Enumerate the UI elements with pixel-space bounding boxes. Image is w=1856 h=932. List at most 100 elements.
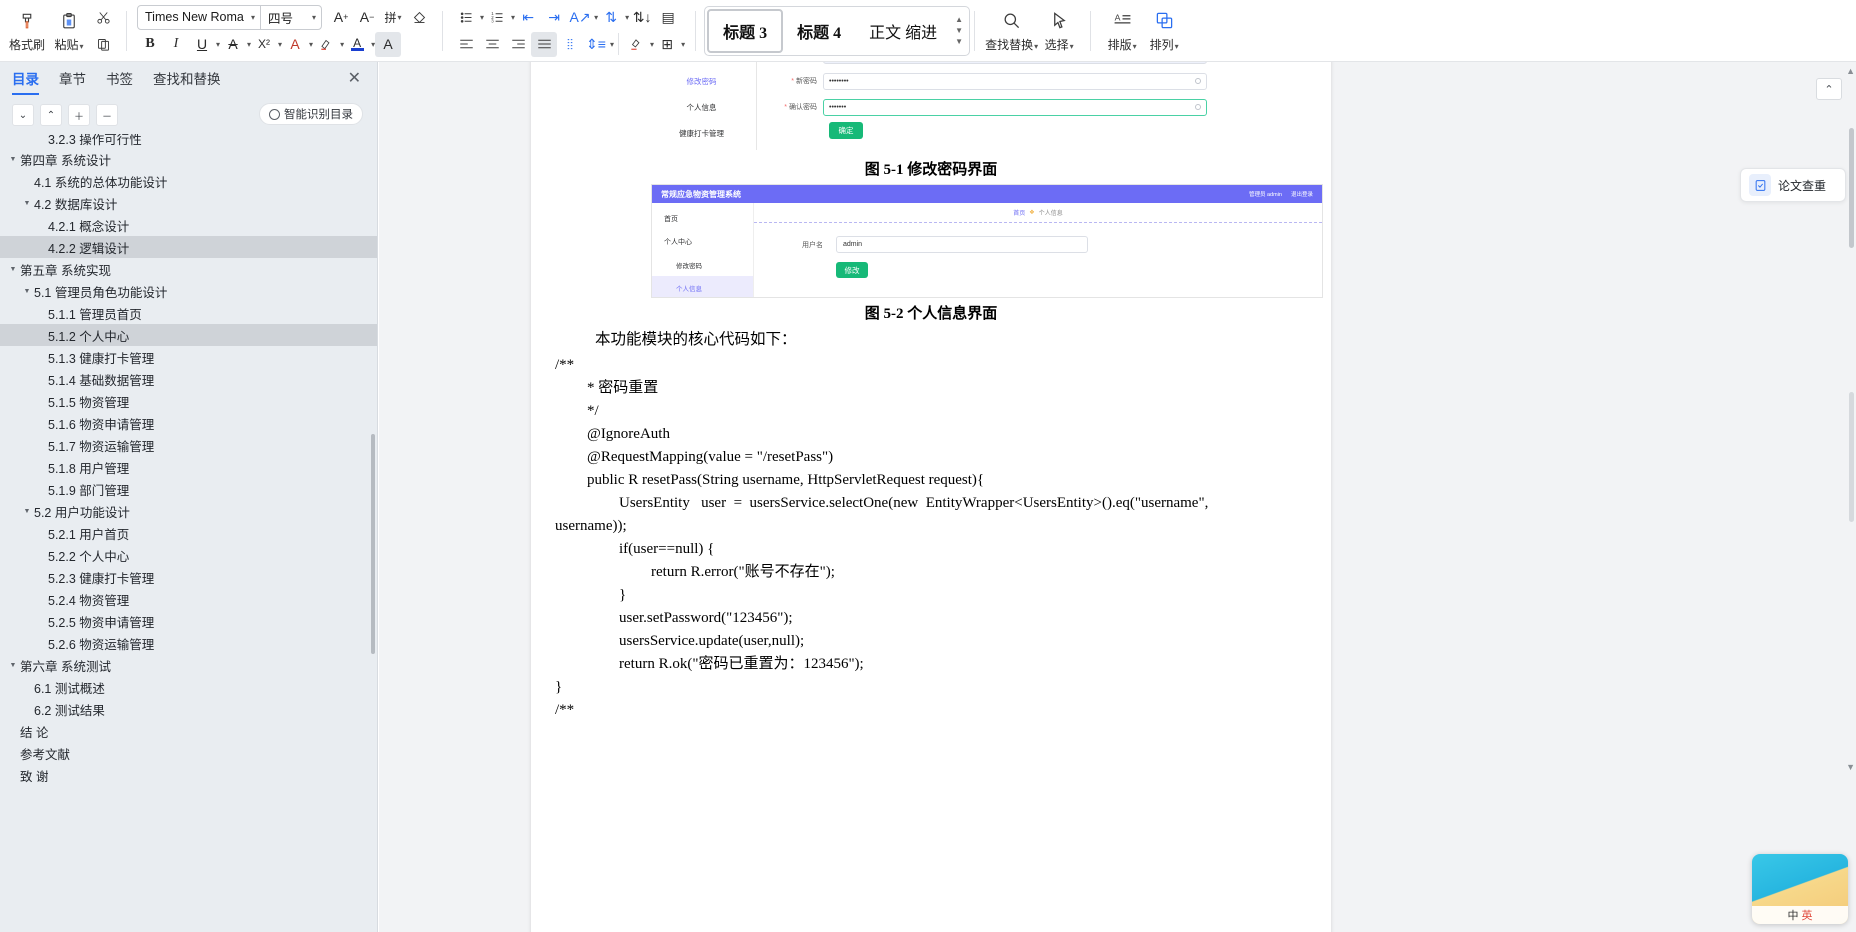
collapse-panel-button[interactable]: ⌃ [1816,78,1842,100]
bold-button[interactable]: B [137,32,163,57]
ime-status-bar[interactable]: 中 英 [1752,906,1848,924]
expand-all-icon[interactable]: ＋ [68,104,90,126]
align-center-button[interactable] [479,32,505,57]
scroll-up-icon[interactable]: ▲ [1846,66,1855,76]
font-name-chevron-down-icon[interactable]: ▾ [246,13,260,22]
pinyin-guide-button[interactable]: 拼 ▾ [380,5,406,30]
document-area[interactable]: 个人中心 修改密码 个人信息 健康打卡管理 基础数据管理 *原密码 ••••• … [379,62,1856,932]
increase-font-size-button[interactable]: A + [328,5,354,30]
toc-item[interactable]: 5.2.6 物资运输管理 [0,632,377,654]
style-scroll-up-icon[interactable]: ▲ [955,14,963,25]
toc-item[interactable]: 5.2.2 个人中心 [0,544,377,566]
document-scrollbar-secondary[interactable] [1849,392,1854,522]
line-spacing-button[interactable]: ⇕≡ [583,32,609,57]
toc-item[interactable]: 4.1 系统的总体功能设计 [0,170,377,192]
paper-check-card[interactable]: 论文查重 [1740,168,1846,202]
copy-button[interactable] [90,32,116,57]
toc-item[interactable]: ▼ 5.1 管理员角色功能设计 [0,280,377,302]
toc-item[interactable]: ▼ 第六章 系统测试 [0,654,377,676]
chevron-down-icon[interactable]: ▼ [6,156,20,163]
sidebar-tab-chapters[interactable]: 章节 [59,68,86,92]
toc-item[interactable]: 6.1 测试概述 [0,676,377,698]
toc-item[interactable]: 5.1.4 基础数据管理 [0,368,377,390]
bullet-list-button[interactable] [453,5,479,30]
arrange-button[interactable]: 排列▾ [1143,3,1185,59]
format-painter-button[interactable]: 格式刷 [6,3,48,59]
toc-item[interactable]: 4.2.1 概念设计 [0,214,377,236]
toc-item[interactable]: 5.2.5 物资申请管理 [0,610,377,632]
text-direction-button[interactable]: A↗ [567,5,593,30]
italic-button[interactable]: I [163,32,189,57]
underline-button[interactable]: U [189,32,215,57]
align-right-button[interactable] [505,32,531,57]
text-effects-button[interactable]: A [282,32,308,57]
toc-item[interactable]: 5.2.4 物资管理 [0,588,377,610]
toc-item[interactable]: ▼ 5.2 用户功能设计 [0,500,377,522]
style-more-icon[interactable]: ▼ [955,36,963,47]
sidebar-tab-bookmarks[interactable]: 书签 [106,68,133,92]
toc-item[interactable]: 3.2.3 操作可行性 [0,134,377,148]
chevron-down-icon[interactable]: ▼ [20,200,34,207]
toc-item[interactable]: 6.2 测试结果 [0,698,377,720]
toc-scrollbar[interactable] [371,434,375,654]
toc-item[interactable]: 5.1.6 物资申请管理 [0,412,377,434]
ime-indicator[interactable]: 中 英 [1752,854,1848,924]
borders-chevron-down-icon[interactable]: ▾ [681,40,685,49]
toc-item[interactable]: 5.1.7 物资运输管理 [0,434,377,456]
font-size-input[interactable]: 四号 [261,6,307,29]
toc-item[interactable]: 5.1.2 个人中心 [0,324,377,346]
superscript-button[interactable]: X² [251,32,277,57]
toc-item[interactable]: 5.1.8 用户管理 [0,456,377,478]
toc-item[interactable]: ▼ 第四章 系统设计 [0,148,377,170]
find-replace-button[interactable]: 查找替换▾ [985,3,1038,59]
text-box-button[interactable]: A [375,31,402,57]
collapse-up-icon[interactable]: ⌃ [40,104,62,126]
smart-recognize-toc-button[interactable]: 智能识别目录 [259,103,363,125]
align-justify-button[interactable] [531,31,558,57]
paste-button[interactable]: 粘贴▾ [48,3,90,59]
toc-item[interactable]: 5.2.1 用户首页 [0,522,377,544]
toc-item[interactable]: 致 谢 [0,764,377,786]
style-item-body-indent[interactable]: 正文 缩进 [855,9,951,53]
line-spacing-chevron-down-icon[interactable]: ▾ [610,40,614,49]
show-marks-button[interactable]: ⇅↓ [629,5,655,30]
distribute-button[interactable]: ⦙⦙ [557,32,583,57]
document-scrollbar[interactable] [1849,128,1854,248]
toc-item[interactable]: 5.1.3 健康打卡管理 [0,346,377,368]
increase-indent-button[interactable]: ⇥ [541,5,567,30]
style-item-heading3[interactable]: 标题 3 [707,8,784,53]
toc-item[interactable]: ▼ 4.2 数据库设计 [0,192,377,214]
toc-item[interactable]: 5.1.1 管理员首页 [0,302,377,324]
toc-item[interactable]: ▼ 第五章 系统实现 [0,258,377,280]
strikethrough-button[interactable]: A [220,32,246,57]
style-scroll-down-icon[interactable]: ▼ [955,25,963,36]
sort-button[interactable]: ⇅ [598,5,624,30]
decrease-indent-button[interactable]: ⇤ [515,5,541,30]
toc-item[interactable]: 5.1.9 部门管理 [0,478,377,500]
toc-item[interactable]: 5.1.5 物资管理 [0,390,377,412]
chevron-down-icon[interactable]: ▼ [6,266,20,273]
toc-item[interactable]: 结 论 [0,720,377,742]
ruler-button[interactable]: ▤ [655,5,681,30]
toc-item[interactable]: 参考文献 [0,742,377,764]
chevron-down-icon[interactable]: ▼ [6,662,20,669]
select-button[interactable]: 选择▾ [1038,3,1080,59]
typesetting-button[interactable]: A 排版▾ [1101,3,1143,59]
style-item-heading4[interactable]: 标题 4 [783,9,855,53]
shading-button[interactable] [623,32,649,57]
font-size-chevron-down-icon[interactable]: ▾ [307,13,321,22]
cut-button[interactable] [90,5,116,30]
toc-list[interactable]: 3.2.3 操作可行性 ▼ 第四章 系统设计 4.1 系统的总体功能设计 ▼ 4.2 数据… [0,134,377,932]
highlight-button[interactable] [313,32,339,57]
numbered-list-button[interactable]: 1 23 [484,5,510,30]
clear-format-button[interactable] [406,5,432,30]
decrease-font-size-button[interactable]: A − [354,5,380,30]
chevron-down-icon[interactable]: ▼ [20,288,34,295]
chevron-down-icon[interactable]: ▼ [20,508,34,515]
close-icon[interactable]: ✕ [348,71,361,87]
font-name-input[interactable]: Times New Roma [138,6,246,29]
sidebar-tab-find-replace[interactable]: 查找和替换 [153,68,221,92]
toc-item[interactable]: 5.2.3 健康打卡管理 [0,566,377,588]
expand-down-icon[interactable]: ⌄ [12,104,34,126]
collapse-all-icon[interactable]: － [96,104,118,126]
